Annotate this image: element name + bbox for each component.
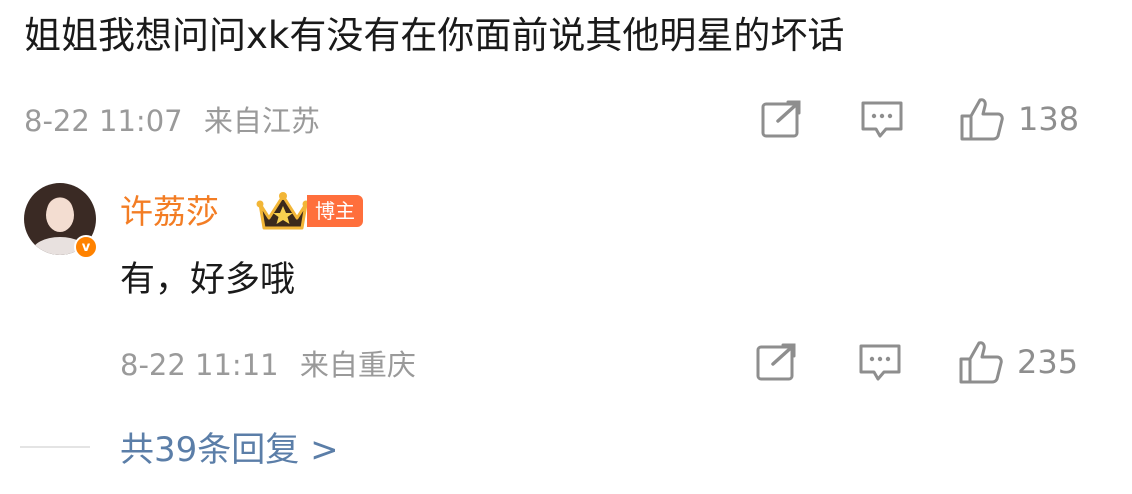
host-badge: 博主	[307, 195, 363, 227]
thread-divider	[20, 446, 90, 448]
share-icon	[761, 100, 801, 138]
reply-like-button[interactable]: 235	[957, 339, 1078, 385]
thumbs-up-icon	[960, 98, 1004, 141]
like-button[interactable]: 138	[958, 96, 1079, 142]
comment-timestamp: 8-22 11:07	[24, 104, 183, 138]
reply-like-count: 235	[1017, 343, 1079, 381]
reply-meta: 8-22 11:11 来自重庆	[120, 342, 416, 384]
reply-location: 来自重庆	[299, 348, 416, 382]
reply-repost-button[interactable]	[755, 342, 799, 382]
like-count: 138	[1018, 100, 1080, 138]
repost-button[interactable]	[760, 99, 804, 139]
reply-timestamp: 8-22 11:11	[120, 348, 279, 382]
thumbs-up-icon	[959, 341, 1003, 384]
avatar-face	[46, 198, 74, 232]
crown-icon	[256, 192, 310, 230]
comment-meta: 8-22 11:07 来自江苏	[24, 98, 320, 140]
reply-actions: 235	[755, 337, 1078, 387]
more-replies-link[interactable]: 共39条回复 >	[120, 422, 339, 471]
reply-username[interactable]: 许荔莎	[120, 185, 219, 233]
reply-comment-button[interactable]	[860, 99, 904, 139]
reply-comment-button-2[interactable]	[858, 342, 902, 382]
comment-icon	[859, 344, 901, 381]
comment-text: 姐姐我想问问xk有没有在你面前说其他明星的坏话	[24, 14, 845, 57]
comment-location: 来自江苏	[203, 104, 320, 138]
verified-badge-icon: v	[74, 235, 98, 259]
reply-text: 有，好多哦	[120, 260, 296, 300]
share-icon	[756, 343, 796, 381]
comment-actions: 138	[760, 94, 1079, 144]
comment-icon	[861, 101, 903, 138]
